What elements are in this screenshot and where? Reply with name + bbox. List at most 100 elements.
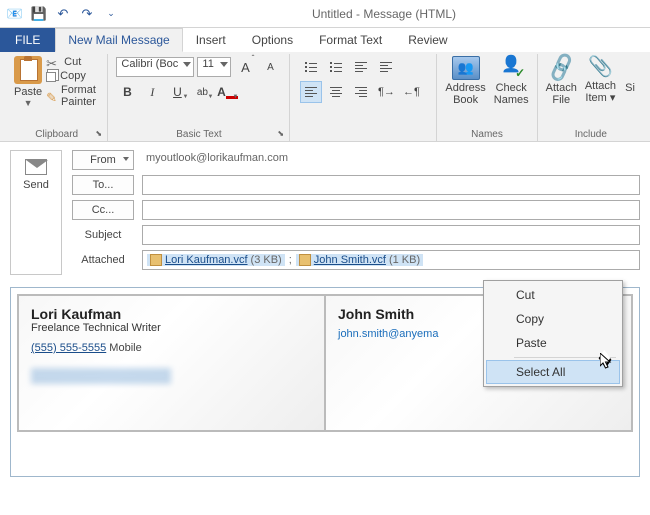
attach-item-button[interactable]: 📎 Attach Item ▾: [585, 56, 616, 104]
tab-file[interactable]: FILE: [0, 28, 55, 52]
bullets-button[interactable]: [300, 56, 322, 78]
font-name-value: Calibri (Boc: [121, 58, 178, 70]
check-names-button[interactable]: Check Names: [494, 56, 529, 106]
card-role: Freelance Technical Writer: [31, 322, 312, 334]
group-basic-text-label: Basic Text: [108, 129, 289, 140]
cut-label: Cut: [64, 56, 81, 68]
group-clipboard-label: Clipboard: [6, 129, 107, 140]
to-field[interactable]: [142, 175, 640, 195]
attachment-name: Lori Kaufman.vcf: [165, 254, 248, 266]
from-button[interactable]: From: [72, 150, 134, 170]
attached-label: Attached: [72, 251, 134, 269]
cc-field[interactable]: [142, 200, 640, 220]
cut-button[interactable]: ✂ Cut: [46, 56, 99, 68]
align-right-button[interactable]: [350, 81, 372, 103]
window-title: Untitled - Message (HTML): [122, 7, 646, 21]
signature-label: Si: [625, 82, 635, 94]
chevron-down-icon: [123, 157, 129, 161]
vcard-icon: [299, 254, 311, 266]
attach-item-icon: 📎: [588, 56, 613, 78]
attachment-size: (1 KB): [389, 254, 420, 266]
decrease-indent-button[interactable]: [350, 56, 372, 78]
card-phone: (555) 555-5555 Mobile: [31, 342, 312, 354]
numbering-button[interactable]: [325, 56, 347, 78]
quick-access-toolbar: 📧 💾 ↶ ↷ ⌄: [4, 3, 122, 25]
brush-icon: ✎: [46, 90, 57, 102]
tab-insert[interactable]: Insert: [183, 28, 239, 52]
paperclip-icon: 🔗: [544, 52, 578, 84]
italic-button[interactable]: I: [141, 81, 163, 103]
ctx-paste[interactable]: Paste: [486, 331, 620, 355]
attachment-item[interactable]: John Smith.vcf (1 KB): [296, 254, 423, 266]
card-phone-link[interactable]: (555) 555-5555: [31, 342, 106, 354]
redo-button[interactable]: ↷: [76, 3, 98, 25]
send-label: Send: [23, 179, 49, 191]
attach-file-label: Attach File: [546, 82, 577, 106]
font-size-select[interactable]: 11: [197, 57, 231, 77]
address-book-label: Address Book: [445, 82, 485, 106]
business-card[interactable]: Lori Kaufman Freelance Technical Writer …: [18, 295, 325, 431]
undo-button[interactable]: ↶: [52, 3, 74, 25]
tab-options[interactable]: Options: [239, 28, 306, 52]
envelope-icon: [25, 159, 47, 175]
font-name-select[interactable]: Calibri (Boc: [116, 57, 194, 77]
cut-icon: ✂: [46, 56, 60, 68]
align-center-button[interactable]: [325, 81, 347, 103]
increase-indent-button[interactable]: [375, 56, 397, 78]
redacted-area: [31, 368, 171, 384]
ribbon: Paste ▼ ✂ Cut Copy ✎Format Painter Clipbo…: [0, 52, 650, 142]
bold-button[interactable]: B: [116, 81, 138, 103]
from-value: myoutlook@lorikaufman.com: [142, 150, 640, 170]
paste-label: Paste: [14, 86, 42, 98]
send-button[interactable]: Send: [10, 150, 62, 275]
address-book-button[interactable]: Address Book: [445, 56, 485, 106]
group-include: 🔗 Attach File 📎 Attach Item ▾ Si Include: [538, 54, 644, 141]
copy-button[interactable]: Copy: [46, 70, 99, 82]
copy-label: Copy: [60, 70, 86, 82]
save-button[interactable]: 💾: [28, 3, 50, 25]
check-names-icon: [499, 56, 523, 80]
shrink-font-button[interactable]: A: [259, 56, 281, 78]
attachment-size: (3 KB): [251, 254, 282, 266]
ctx-cut[interactable]: Cut: [486, 283, 620, 307]
paste-dropdown[interactable]: ▼: [24, 98, 33, 108]
subject-label: Subject: [72, 226, 134, 244]
clipboard-launcher[interactable]: ⬊: [95, 129, 105, 139]
underline-button[interactable]: U▼: [166, 81, 188, 103]
qat-customize[interactable]: ⌄: [100, 3, 122, 25]
app-icon[interactable]: 📧: [4, 3, 26, 25]
tab-new-mail[interactable]: New Mail Message: [55, 28, 182, 52]
subject-field[interactable]: [142, 225, 640, 245]
attach-item-label: Attach Item ▾: [585, 80, 616, 104]
basic-text-launcher[interactable]: ⬊: [277, 129, 287, 139]
ribbon-tabs: FILE New Mail Message Insert Options For…: [0, 28, 650, 52]
cc-button[interactable]: Cc...: [72, 200, 134, 220]
format-painter-button[interactable]: ✎Format Painter: [46, 84, 99, 108]
ctx-copy[interactable]: Copy: [486, 307, 620, 331]
group-names: Address Book Check Names Names: [437, 54, 537, 141]
to-button[interactable]: To...: [72, 175, 134, 195]
check-names-label: Check Names: [494, 82, 529, 106]
font-color-button[interactable]: A▼: [216, 81, 238, 103]
attachments-field[interactable]: Lori Kaufman.vcf (3 KB) ; John Smith.vcf…: [142, 250, 640, 270]
align-left-button[interactable]: [300, 81, 322, 103]
tab-format-text[interactable]: Format Text: [306, 28, 395, 52]
attach-file-button[interactable]: 🔗 Attach File: [546, 56, 577, 106]
paste-button[interactable]: Paste ▼: [14, 56, 42, 108]
chevron-down-icon: [220, 62, 228, 67]
address-book-icon: [452, 56, 480, 80]
attachment-item[interactable]: Lori Kaufman.vcf (3 KB): [147, 254, 285, 266]
group-basic-text: Calibri (Boc 11 A A B I U▼ ab▼ A▼ Basic …: [108, 54, 290, 141]
card-name: Lori Kaufman: [31, 306, 312, 322]
signature-button[interactable]: Si: [624, 56, 636, 94]
font-size-value: 11: [202, 58, 213, 70]
card-phone-type: Mobile: [109, 342, 141, 354]
highlight-button[interactable]: ab▼: [191, 81, 213, 103]
from-label: From: [90, 154, 116, 166]
rtl-button[interactable]: ←¶: [400, 81, 422, 103]
ltr-button[interactable]: ¶→: [375, 81, 397, 103]
cursor-icon: [600, 353, 614, 371]
grow-font-button[interactable]: A: [234, 56, 256, 78]
tab-review[interactable]: Review: [395, 28, 460, 52]
copy-icon: [46, 72, 56, 82]
